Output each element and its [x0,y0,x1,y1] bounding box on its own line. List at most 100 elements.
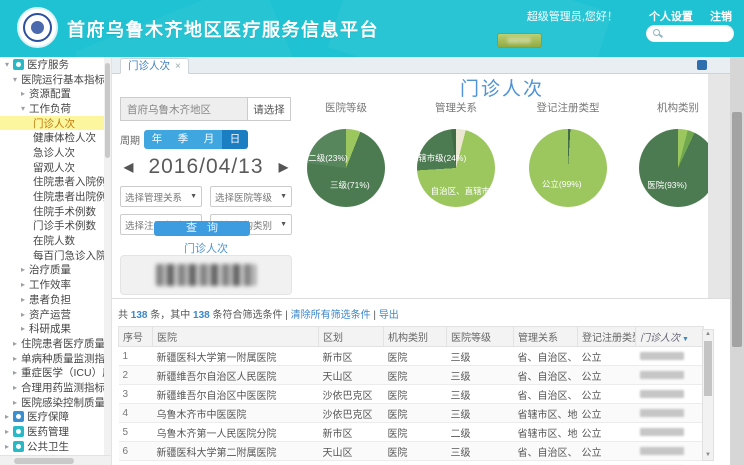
column-header-3[interactable]: 区划 [319,327,384,347]
column-header-8[interactable]: 门诊人次▼ [636,327,704,347]
period-button-季[interactable]: 季 [170,130,196,149]
page-scrollbar[interactable] [730,57,744,465]
visits-cell [636,461,704,465]
export-link[interactable]: 导出 [379,310,399,321]
sidebar-item[interactable]: ▸资产运营 [0,307,111,322]
sidebar-item-label: 医药管理 [27,424,69,439]
sidebar-item[interactable]: 急诊人次 [0,145,111,160]
filter-select[interactable]: 选择管理关系▼ [120,186,202,207]
table-row[interactable]: 1新疆医科大学第一附属医院新市区医院三级省、自治区、...公立 [119,347,704,366]
sidebar-item-label: 医疗服务 [27,57,69,72]
tab-list-icon[interactable] [697,60,707,70]
table-row[interactable]: 7乌鲁木齐市妇幼保健院天山区专业公共卫生...三级省辖市区、地...公立 [119,461,704,465]
period-button-年[interactable]: 年 [144,130,170,149]
header-search-input[interactable] [646,25,734,42]
sidebar-item[interactable]: 在院人数 [0,233,111,248]
sidebar-item-label: 住院患者出院例数 [33,189,111,204]
table-scrollbar[interactable]: ▲ ▼ [702,329,714,461]
sidebar-item[interactable]: ▾医疗服务 [0,57,111,72]
filter-select[interactable]: 选择医院等级▼ [210,186,292,207]
sidebar-item[interactable]: 每百门急诊入院人 [0,248,111,263]
table-cell: 公立 [578,461,636,465]
table-cell: 三级 [447,347,514,366]
next-date-button[interactable]: ▶ [275,160,292,174]
tab-label: 门诊人次 [128,60,170,72]
tab-close-icon[interactable]: × [175,61,181,72]
sidebar-item[interactable]: 门诊人次 [0,116,111,131]
date-navigator: ◀ 2016/04/13 ▶ [120,154,292,180]
sidebar-item-label: 留观人次 [33,160,75,175]
censored-account-button[interactable]: ■■■■ [497,33,542,48]
table-summary: 共 138 条，其中 138 条符合筛选条件 | 清除所有筛选条件 | 导出 [118,306,730,321]
table-cell: 5 [119,423,153,442]
personal-settings-link[interactable]: 个人设置 [649,11,693,23]
pie-chart-2: 管理关系省、自治区、直辖市属( 区、地辖市级(24%) [402,96,510,296]
visits-cell [636,366,704,385]
column-header-4[interactable]: 机构类别 [384,327,447,347]
table-row[interactable]: 6新疆医科大学第二附属医院天山区医院三级省、自治区、...公立 [119,442,704,461]
sidebar-item[interactable]: ▸医药管理 [0,424,111,439]
table-cell: 新疆维吾尔自治区人民医院 [153,366,319,385]
table-row[interactable]: 4乌鲁木齐市中医医院沙依巴克区医院三级省辖市区、地...公立 [119,404,704,423]
sidebar-item[interactable]: 住院患者出院例数 [0,189,111,204]
sidebar-item[interactable]: 门诊手术例数 [0,219,111,234]
sidebar-item[interactable]: ▸工作效率 [0,277,111,292]
column-header-5[interactable]: 医院等级 [447,327,514,347]
scroll-up-icon[interactable]: ▲ [703,330,713,339]
logout-link[interactable]: 注销 [710,11,732,23]
sidebar-item[interactable]: 住院患者入院例数 [0,175,111,190]
hospitals-table: 序号医院区划机构类别医院等级管理关系登记注册类型门诊人次▼ 1新疆医科大学第一附… [118,326,704,465]
table-row[interactable]: 2新疆维吾尔自治区人民医院天山区医院三级省、自治区、...公立 [119,366,704,385]
sidebar-item[interactable]: ▾工作负荷 [0,101,111,116]
column-header-6[interactable]: 管理关系 [514,327,578,347]
sidebar-item[interactable]: ▾医院运行基本指标 [0,72,111,87]
pie: 公立(99%) [529,129,607,207]
sidebar-item-label: 急诊人次 [33,145,75,160]
region-select-button[interactable]: 请选择 [247,97,291,121]
sidebar-item[interactable]: ▸住院患者医疗质量与 [0,336,111,351]
sort-desc-icon: ▼ [682,336,689,343]
sidebar-item[interactable]: ▸资源配置 [0,86,111,101]
sidebar-item[interactable]: ▸科研成果 [0,321,111,336]
censored-value [640,390,684,398]
chart-title: 管理关系 [402,100,510,115]
sidebar-item[interactable]: 住院手术例数 [0,204,111,219]
sidebar-item[interactable]: ▸合理用药监测指标 [0,380,111,395]
table-cell: 公立 [578,385,636,404]
sidebar-item[interactable]: ▸单病种质量监测指标 [0,351,111,366]
sidebar-item[interactable]: ▸公共卫生 [0,439,111,454]
sidebar-item[interactable]: 留观人次 [0,160,111,175]
total-count: 138 [131,310,148,321]
sidebar-item[interactable]: ▸患者负担 [0,292,111,307]
column-header-1[interactable]: 序号 [119,327,153,347]
period-button-月[interactable]: 月 [196,130,222,149]
sidebar-item[interactable]: 健康体检人次 [0,130,111,145]
sidebar-item[interactable]: ▸医院感染控制质量监 [0,395,111,410]
sidebar-item-label: 门诊人次 [33,116,75,131]
sidebar-item[interactable]: ▸重症医学（ICU）质 [0,365,111,380]
right-gutter [708,74,730,298]
tab-outpatient-visits[interactable]: 门诊人次 × [120,58,189,74]
table-row[interactable]: 3新疆维吾尔自治区中医医院沙依巴克区医院三级省、自治区、...公立 [119,385,704,404]
sidebar-item[interactable]: ▸医疗保障 [0,410,111,425]
table-row[interactable]: 5乌鲁木齐第一人民医院分院新市区医院二级省辖市区、地...公立 [119,423,704,442]
pie-slice-label: 省、自治区、直辖市属( [414,185,502,197]
sidebar-vertical-scrollbar[interactable] [104,57,111,455]
pie-slice-label: 区、地辖市级(24%) [402,152,466,164]
table-cell: 3 [119,385,153,404]
sidebar-item-label: 资源配置 [29,86,71,101]
chevron-right-icon: ▸ [5,442,13,451]
period-button-日[interactable]: 日 [222,130,248,149]
sidebar-item-label: 工作效率 [29,277,71,292]
clear-filters-link[interactable]: 清除所有筛选条件 [291,310,371,321]
region-input[interactable] [120,97,248,121]
scroll-down-icon[interactable]: ▼ [703,451,713,460]
chevron-down-icon: ▼ [280,221,287,228]
column-header-2[interactable]: 医院 [153,327,319,347]
chevron-down-icon: ▾ [21,104,29,113]
query-button[interactable]: 查询 [154,221,250,236]
sidebar-horizontal-scrollbar[interactable] [0,455,112,465]
column-header-7[interactable]: 登记注册类型 [578,327,636,347]
prev-date-button[interactable]: ◀ [120,160,137,174]
sidebar-item[interactable]: ▸治疗质量 [0,263,111,278]
